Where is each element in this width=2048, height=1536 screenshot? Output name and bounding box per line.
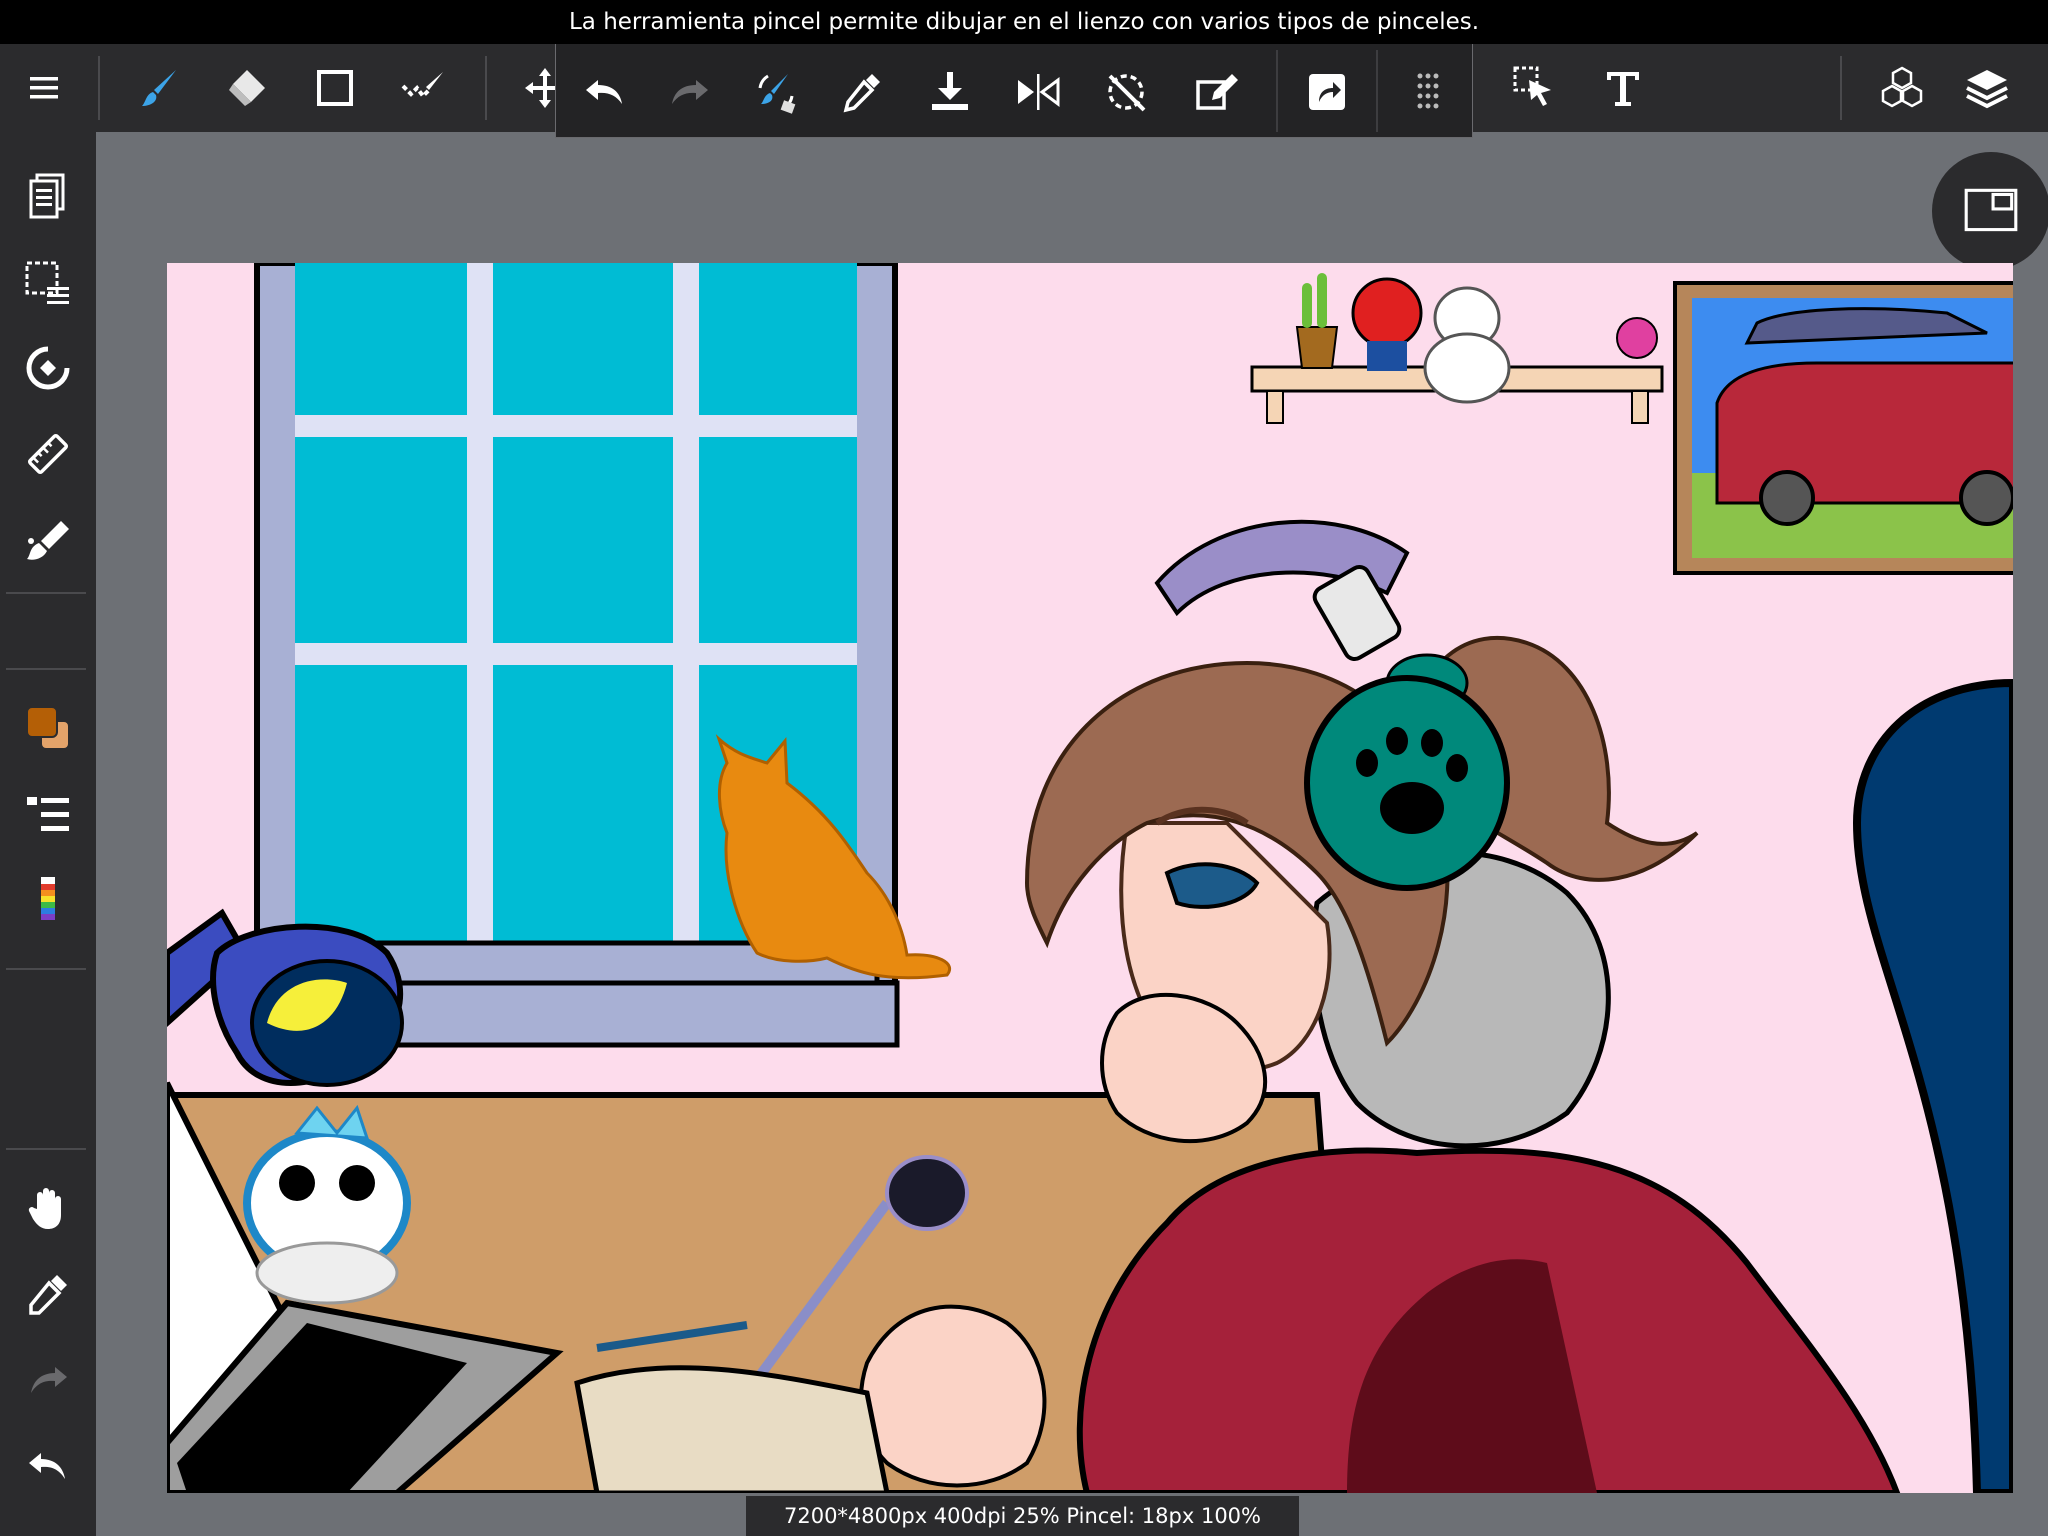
- app-window: La herramienta pincel permite dibujar en…: [0, 0, 2048, 1536]
- redo-icon[interactable]: [660, 62, 720, 122]
- fill-brush-icon[interactable]: [18, 510, 78, 570]
- pages-icon[interactable]: [18, 166, 78, 226]
- status-bar: 7200*4800px 400dpi 25% Pincel: 18px 100%: [746, 1496, 1299, 1536]
- brush-list-icon[interactable]: [18, 784, 78, 844]
- rotate-off-icon[interactable]: [1096, 62, 1156, 122]
- pencil-square-icon[interactable]: [1186, 62, 1246, 122]
- tooltip-bar: La herramienta pincel permite dibujar en…: [0, 0, 2048, 44]
- share-arrow-icon[interactable]: [1297, 62, 1357, 122]
- selection-list-icon[interactable]: [18, 252, 78, 312]
- framed-picture-illustration: [1673, 281, 2013, 575]
- selection-pen-icon[interactable]: [393, 58, 453, 118]
- flip-horizontal-icon[interactable]: [1008, 62, 1068, 122]
- color-swatch-icon[interactable]: [18, 698, 78, 758]
- layers-icon[interactable]: [1957, 58, 2017, 118]
- cursor-select-icon[interactable]: [1505, 58, 1565, 118]
- eyedropper-icon[interactable]: [18, 1264, 78, 1324]
- undo-icon[interactable]: [574, 62, 634, 122]
- snap-rotate-icon[interactable]: [18, 338, 78, 398]
- eraser-icon[interactable]: [217, 58, 277, 118]
- eyedropper-icon[interactable]: [832, 62, 892, 122]
- text-icon[interactable]: [1593, 58, 1653, 118]
- cubes-icon[interactable]: [1872, 58, 1932, 118]
- notebook-illustration: [574, 1365, 890, 1493]
- rainbow-palette-icon[interactable]: [18, 870, 78, 930]
- ruler-icon[interactable]: [18, 424, 78, 484]
- hand-icon[interactable]: [18, 1178, 78, 1238]
- brush-rotate-icon[interactable]: [746, 62, 806, 122]
- grip-dots-icon[interactable]: [1398, 62, 1458, 122]
- drawing-canvas[interactable]: [167, 263, 2013, 1493]
- quick-access-bar: [555, 44, 1473, 138]
- hamburger-menu-icon[interactable]: [14, 58, 74, 118]
- left-sidebar: [0, 132, 96, 1536]
- redo-icon[interactable]: [18, 1350, 78, 1410]
- download-tray-icon[interactable]: [920, 62, 980, 122]
- undo-icon[interactable]: [18, 1436, 78, 1496]
- brush-icon[interactable]: [130, 58, 190, 118]
- navigator-toggle-icon[interactable]: [1932, 152, 2048, 270]
- rectangle-icon[interactable]: [305, 58, 365, 118]
